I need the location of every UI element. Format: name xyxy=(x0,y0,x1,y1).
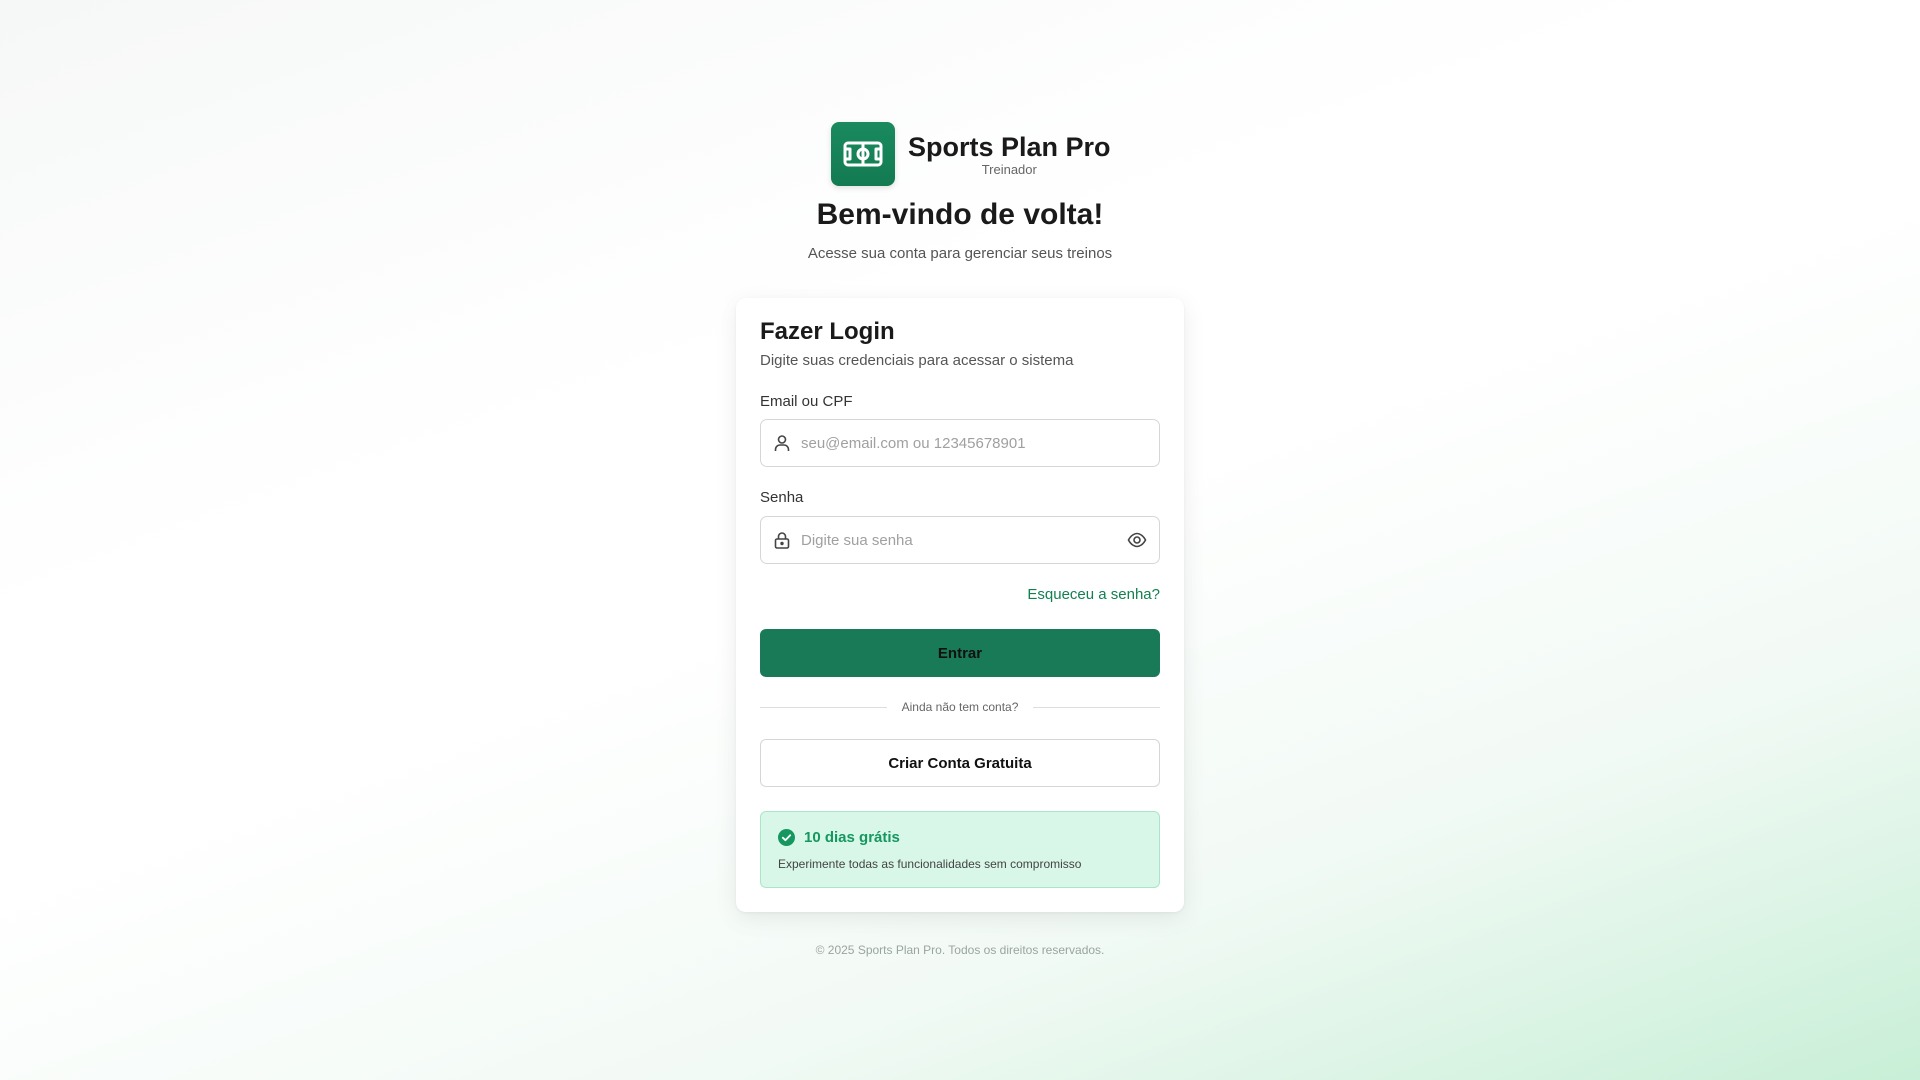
trial-description: Experimente todas as funcionalidades sem… xyxy=(778,857,1082,871)
forgot-password-link[interactable]: Esqueceu a senha? xyxy=(1027,586,1160,603)
login-title: Fazer Login xyxy=(760,318,895,345)
welcome-subtitle: Acesse sua conta para gerenciar seus tre… xyxy=(807,245,1113,262)
divider-line xyxy=(760,706,887,708)
divider-line xyxy=(1033,706,1160,708)
logo xyxy=(831,122,895,186)
free-trial-banner: 10 dias grátis Experimente todas as func… xyxy=(760,811,1160,888)
login-card: Fazer Login Digite suas credenciais para… xyxy=(736,298,1184,912)
user-icon xyxy=(774,435,790,451)
brand-header: Sports Plan Pro Treinador xyxy=(831,122,1111,186)
trial-title: 10 dias grátis xyxy=(804,829,900,846)
check-circle-icon xyxy=(778,829,795,846)
eye-icon[interactable] xyxy=(1127,530,1147,550)
app-subtitle: Treinador xyxy=(981,162,1037,177)
password-field-wrapper xyxy=(760,516,1160,564)
password-label: Senha xyxy=(760,489,804,506)
email-input[interactable] xyxy=(801,420,1121,466)
divider-text: Ainda não tem conta? xyxy=(901,700,1019,714)
footer-copyright: © 2025 Sports Plan Pro. Todos os direito… xyxy=(815,943,1105,957)
signup-divider: Ainda não tem conta? xyxy=(760,699,1160,715)
email-label: Email ou CPF xyxy=(760,393,853,410)
app-title: Sports Plan Pro xyxy=(908,132,1111,162)
create-account-button[interactable]: Criar Conta Gratuita xyxy=(760,739,1160,787)
lock-icon xyxy=(774,532,790,549)
password-input[interactable] xyxy=(801,517,1121,563)
email-field-wrapper xyxy=(760,419,1160,467)
soccer-field-icon xyxy=(843,141,883,167)
welcome-heading: Bem-vindo de volta! xyxy=(816,198,1104,231)
login-button[interactable]: Entrar xyxy=(760,629,1160,677)
login-subtitle: Digite suas credenciais para acessar o s… xyxy=(760,352,1074,369)
